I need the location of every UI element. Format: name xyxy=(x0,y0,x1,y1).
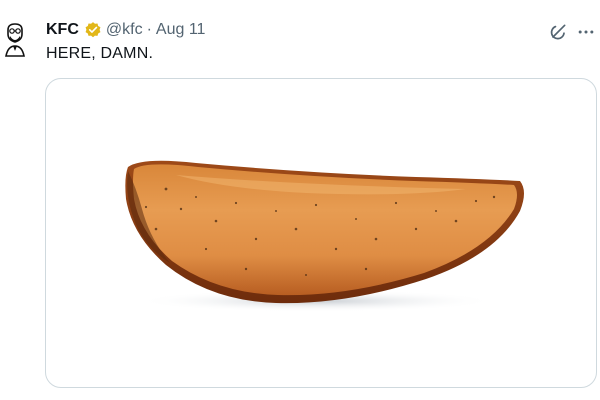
tweet-text: HERE, DAMN. xyxy=(46,45,154,62)
tweet-media-image[interactable] xyxy=(45,78,597,388)
separator-dot: · xyxy=(146,21,152,38)
potato-wedge-photo xyxy=(125,160,524,312)
more-options-button[interactable] xyxy=(574,20,598,44)
colonel-logo-icon xyxy=(5,23,25,57)
author-avatar[interactable] xyxy=(4,22,26,58)
verified-badge-icon xyxy=(84,21,102,39)
author-handle[interactable]: @kfc xyxy=(106,21,143,39)
grok-icon xyxy=(550,24,566,40)
tweet-header: KFC @kfc · Aug 11 xyxy=(46,20,205,40)
grok-button[interactable] xyxy=(546,20,570,44)
author-name[interactable]: KFC xyxy=(46,21,79,39)
more-horizontal-icon xyxy=(578,30,594,34)
tweet-timestamp[interactable]: Aug 11 xyxy=(156,21,206,39)
